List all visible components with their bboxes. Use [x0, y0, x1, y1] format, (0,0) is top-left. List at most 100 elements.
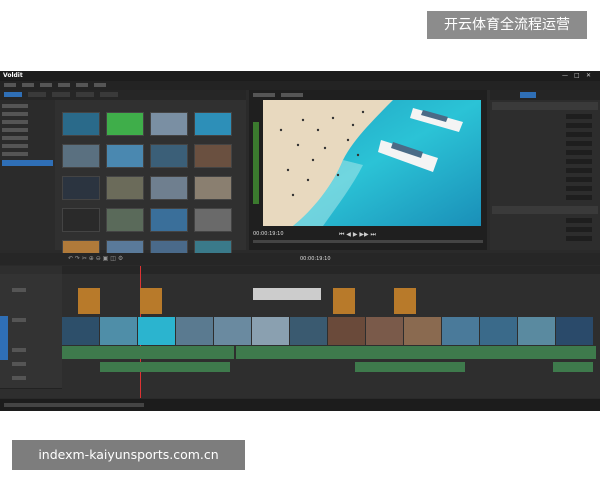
tab-library-5[interactable]: [100, 92, 118, 97]
prop-row[interactable]: [494, 114, 596, 120]
media-thumbnail[interactable]: [106, 112, 144, 136]
video-clip[interactable]: [404, 317, 441, 345]
prop-row[interactable]: [494, 227, 596, 233]
menu-item-4[interactable]: [58, 82, 70, 87]
media-thumbnail[interactable]: [150, 208, 188, 232]
tree-item-5[interactable]: [2, 136, 28, 140]
menu-item-2[interactable]: [22, 82, 34, 87]
media-thumbnail[interactable]: [106, 208, 144, 232]
timeline-ruler[interactable]: [62, 266, 600, 274]
media-thumbnail[interactable]: [194, 176, 232, 200]
media-thumbnail[interactable]: [62, 112, 100, 136]
prop-row[interactable]: [494, 236, 596, 242]
menu-item-1[interactable]: [4, 82, 16, 87]
preview-timecode: 00:00:19:10: [253, 231, 284, 237]
video-clip[interactable]: [214, 317, 251, 345]
media-thumbnail[interactable]: [62, 144, 100, 168]
tree-item-1[interactable]: [2, 104, 28, 108]
tab-properties-active[interactable]: [520, 92, 536, 98]
menu-item-6[interactable]: [94, 82, 106, 87]
preview-video-frame: [263, 100, 481, 226]
music-clip[interactable]: [355, 362, 465, 372]
media-thumbnail[interactable]: [150, 176, 188, 200]
video-clip[interactable]: [62, 317, 99, 345]
media-library-panel: [0, 90, 246, 264]
video-clip[interactable]: [442, 317, 479, 345]
prop-row[interactable]: [494, 218, 596, 224]
overlay-clip[interactable]: [394, 288, 416, 314]
audio-clip[interactable]: [62, 346, 234, 359]
video-clip[interactable]: [366, 317, 403, 345]
tab-library-2[interactable]: [28, 92, 46, 97]
library-tree: [0, 100, 55, 250]
video-clip[interactable]: [556, 317, 593, 345]
tree-item-3[interactable]: [2, 120, 28, 124]
video-track-toggle[interactable]: [0, 316, 8, 346]
preview-filename: [281, 93, 303, 97]
music-clip[interactable]: [100, 362, 230, 372]
video-clip[interactable]: [290, 317, 327, 345]
tree-item-7[interactable]: [2, 152, 28, 156]
video-clip[interactable]: [518, 317, 555, 345]
tree-item-selected[interactable]: [2, 160, 53, 166]
audio-level-meter: [253, 122, 259, 204]
app-logo: Voldit: [3, 72, 23, 79]
title-bar: Voldit — □ ✕: [0, 71, 600, 81]
menu-item-3[interactable]: [40, 82, 52, 87]
prop-row[interactable]: [494, 186, 596, 192]
timeline-tool-icons[interactable]: ↶ ↷ ✂ ⊕ ⊖ ▣ ◫ ⚙: [68, 255, 123, 262]
watermark-bottom: indexm-kaiyunsports.com.cn: [12, 440, 245, 470]
playback-controls[interactable]: ⏮ ◀ ▶ ▶▶ ⏭: [339, 231, 376, 239]
overlay-clip[interactable]: [78, 288, 100, 314]
timeline-toolbar: ↶ ↷ ✂ ⊕ ⊖ ▣ ◫ ⚙ 00:00:19:10: [0, 253, 600, 265]
close-button[interactable]: ✕: [586, 72, 591, 79]
prop-row[interactable]: [494, 141, 596, 147]
audio-track-toggle[interactable]: [0, 346, 8, 360]
prop-row[interactable]: [494, 168, 596, 174]
tab-library-1[interactable]: [4, 92, 22, 97]
status-bar: [0, 399, 600, 411]
preview-label: [253, 93, 275, 97]
overlay-clip-images[interactable]: [253, 288, 321, 300]
media-thumbnail[interactable]: [62, 176, 100, 200]
properties-panel: [490, 90, 600, 250]
prop-row[interactable]: [494, 195, 596, 201]
video-clip[interactable]: [100, 317, 137, 345]
video-clip[interactable]: [480, 317, 517, 345]
media-thumbnail[interactable]: [150, 112, 188, 136]
tab-library-4[interactable]: [76, 92, 94, 97]
prop-row[interactable]: [494, 150, 596, 156]
track-header-overlay: [0, 286, 62, 317]
minimize-button[interactable]: —: [562, 72, 568, 79]
video-clip[interactable]: [328, 317, 365, 345]
video-clip[interactable]: [138, 317, 175, 345]
prop-row[interactable]: [494, 177, 596, 183]
video-clip[interactable]: [252, 317, 289, 345]
overlay-clip[interactable]: [333, 288, 355, 314]
tree-item-4[interactable]: [2, 128, 28, 132]
prop-row[interactable]: [494, 159, 596, 165]
media-thumbnail[interactable]: [194, 144, 232, 168]
media-thumbnail[interactable]: [150, 144, 188, 168]
tab-library-3[interactable]: [52, 92, 70, 97]
tree-item-6[interactable]: [2, 144, 28, 148]
media-thumbnail[interactable]: [194, 208, 232, 232]
preview-scrubber[interactable]: [253, 240, 483, 243]
menu-bar: [0, 81, 600, 90]
media-thumbnail[interactable]: [62, 208, 100, 232]
properties-section-1: [492, 102, 598, 110]
properties-section-2: [492, 206, 598, 214]
tree-item-2[interactable]: [2, 112, 28, 116]
maximize-button[interactable]: □: [574, 72, 580, 79]
audio-clip[interactable]: [236, 346, 596, 359]
prop-row[interactable]: [494, 132, 596, 138]
menu-item-5[interactable]: [76, 82, 88, 87]
prop-row[interactable]: [494, 123, 596, 129]
media-thumbnail[interactable]: [106, 176, 144, 200]
media-thumbnail[interactable]: [106, 144, 144, 168]
video-clip[interactable]: [176, 317, 213, 345]
overlay-clip[interactable]: [140, 288, 162, 314]
media-thumbnail[interactable]: [194, 112, 232, 136]
music-clip[interactable]: [553, 362, 593, 372]
video-editor-window: Voldit — □ ✕ 00:00:19:10 ⏮ ◀ ▶ ▶▶ ⏭ ↶ ↷ …: [0, 71, 600, 411]
